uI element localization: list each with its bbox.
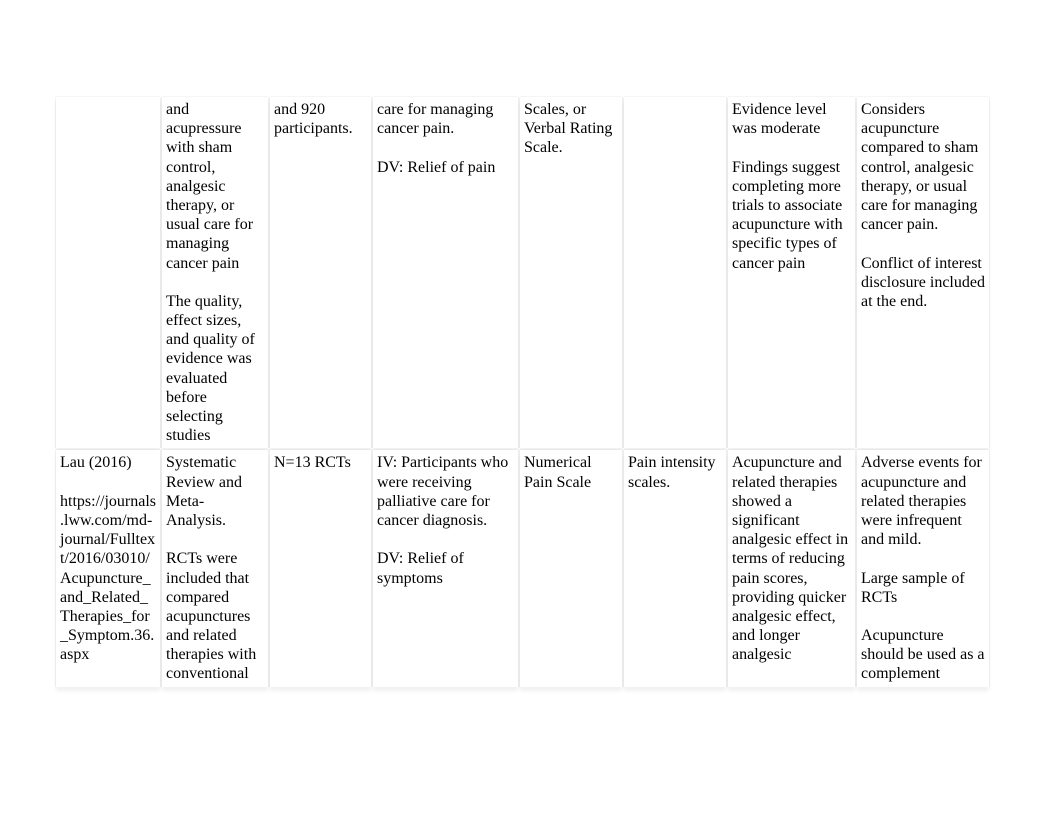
cell-text: care for managing cancer pain. DV: Relie… — [377, 100, 514, 177]
cell-text: Lau (2016) https://journals.lww.com/md-j… — [60, 453, 156, 664]
table-row: Lau (2016) https://journals.lww.com/md-j… — [56, 450, 989, 686]
cell-analysis — [624, 97, 726, 448]
cell-text: Pain intensity scales. — [628, 453, 722, 491]
cell-text: and 920 participants. — [274, 100, 367, 138]
cell-text: Adverse events for acupuncture and relat… — [861, 453, 985, 683]
evidence-table: and acupressure with sham control, analg… — [54, 95, 991, 689]
cell-design: Systematic Review and Meta-Analysis. RCT… — [162, 450, 268, 686]
page: and acupressure with sham control, analg… — [0, 0, 1062, 822]
cell-analysis: Pain intensity scales. — [624, 450, 726, 686]
cell-sample: and 920 participants. — [270, 97, 371, 448]
cell-variables: IV: Participants who were receiving pall… — [373, 450, 518, 686]
cell-text: Acupuncture and related therapies showed… — [732, 453, 851, 664]
cell-text: and acupressure with sham control, analg… — [166, 100, 264, 445]
cell-findings: Evidence level was moderate Findings sug… — [728, 97, 855, 448]
cell-text: N=13 RCTs — [274, 453, 367, 472]
cell-measure: Scales, or Verbal Rating Scale. — [520, 97, 622, 448]
cell-text: Systematic Review and Meta-Analysis. RCT… — [166, 453, 264, 683]
cell-findings: Acupuncture and related therapies showed… — [728, 450, 855, 686]
cell-sample: N=13 RCTs — [270, 450, 371, 686]
cell-citation — [56, 97, 160, 448]
cell-notes: Adverse events for acupuncture and relat… — [857, 450, 989, 686]
cell-measure: Numerical Pain Scale — [520, 450, 622, 686]
table-row: and acupressure with sham control, analg… — [56, 97, 989, 448]
cell-text: Scales, or Verbal Rating Scale. — [524, 100, 618, 158]
cell-notes: Considers acupuncture compared to sham c… — [857, 97, 989, 448]
cell-variables: care for managing cancer pain. DV: Relie… — [373, 97, 518, 448]
cell-text: Numerical Pain Scale — [524, 453, 618, 491]
cell-design: and acupressure with sham control, analg… — [162, 97, 268, 448]
cell-text: Evidence level was moderate Findings sug… — [732, 100, 851, 273]
cell-citation: Lau (2016) https://journals.lww.com/md-j… — [56, 450, 160, 686]
evidence-table-wrapper: and acupressure with sham control, analg… — [54, 95, 989, 689]
cell-text: IV: Participants who were receiving pall… — [377, 453, 514, 587]
cell-text: Considers acupuncture compared to sham c… — [861, 100, 985, 311]
